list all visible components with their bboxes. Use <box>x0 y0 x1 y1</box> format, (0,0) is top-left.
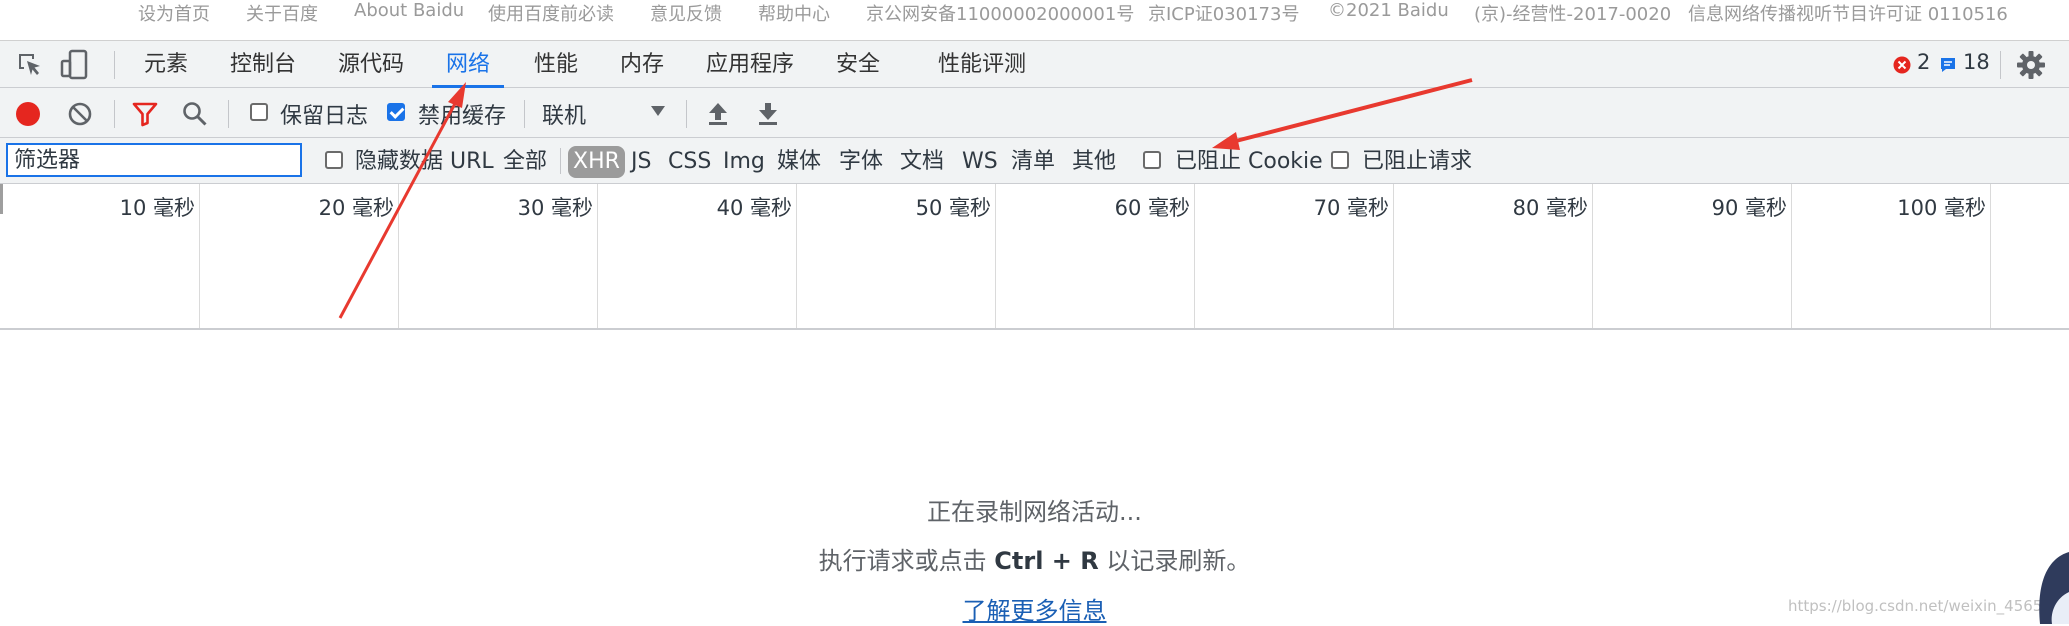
inspect-element-icon[interactable] <box>16 51 44 79</box>
grid-line <box>1194 184 1195 328</box>
avatar-corner-image <box>2039 552 2069 624</box>
settings-gear-icon[interactable] <box>2016 50 2046 80</box>
import-har-icon[interactable] <box>706 101 730 127</box>
learn-more-row: 了解更多信息 <box>0 591 2069 626</box>
filter-type-js[interactable]: JS <box>631 146 651 178</box>
grid-line <box>796 184 797 328</box>
refresh-shortcut: Ctrl + R <box>994 547 1099 575</box>
separator <box>524 100 525 128</box>
devtools-tab-bar: 元素 控制台 源代码 网络 性能 内存 应用程序 安全 性能评测 2 18 <box>0 40 2069 88</box>
blocked-requests-label: 已阻止请求 <box>1362 149 1473 174</box>
footer-link[interactable]: 设为首页 <box>138 0 210 26</box>
timeline-tick-label: 30 毫秒 <box>517 196 593 220</box>
separator <box>686 100 687 128</box>
clear-icon[interactable] <box>67 101 93 127</box>
footer-link[interactable]: 使用百度前必读 <box>488 0 614 26</box>
filter-type-all[interactable]: 全部 <box>503 146 547 178</box>
footer-link[interactable]: About Baidu <box>354 0 464 21</box>
separator <box>228 100 229 128</box>
grid-line <box>597 184 598 328</box>
message-count[interactable]: 18 <box>1963 50 1990 74</box>
throttling-select[interactable]: 联机 <box>534 94 674 130</box>
timeline-tick-label: 70 毫秒 <box>1313 196 1389 220</box>
timeline-tick-label: 90 毫秒 <box>1711 196 1787 220</box>
timeline-tick-label: 50 毫秒 <box>915 196 991 220</box>
filter-type-font[interactable]: 字体 <box>839 146 883 178</box>
separator <box>114 51 115 79</box>
recording-message: 正在录制网络活动... <box>927 498 1142 526</box>
network-overview-timeline[interactable]: 10 毫秒 20 毫秒 30 毫秒 40 毫秒 50 毫秒 60 毫秒 70 毫… <box>0 184 2069 330</box>
disable-cache-checkbox[interactable] <box>387 103 405 121</box>
filter-type-doc[interactable]: 文档 <box>900 146 944 178</box>
learn-more-link[interactable]: 了解更多信息 <box>963 597 1107 625</box>
network-toolbar: 保留日志 禁用缓存 联机 <box>0 88 2069 138</box>
blocked-cookies-label: 已阻止 Cookie <box>1175 149 1323 174</box>
preserve-log-checkbox[interactable] <box>250 103 268 121</box>
filter-type-other[interactable]: 其他 <box>1072 146 1116 178</box>
timeline-tick-label: 40 毫秒 <box>716 196 792 220</box>
refresh-hint-suffix: 以记录刷新。 <box>1106 547 1251 575</box>
grid-line <box>1990 184 1991 328</box>
blocked-requests-checkbox[interactable] <box>1331 151 1349 169</box>
filter-input[interactable] <box>6 143 302 177</box>
error-icon <box>1893 56 1911 74</box>
footer-link[interactable]: 意见反馈 <box>650 0 722 26</box>
export-har-icon[interactable] <box>756 101 780 127</box>
filter-type-css[interactable]: CSS <box>668 146 711 178</box>
filter-type-manifest[interactable]: 清单 <box>1011 146 1055 178</box>
device-toolbar-icon[interactable] <box>60 49 90 81</box>
separator <box>2000 51 2001 79</box>
tab-performance[interactable]: 性能 <box>534 41 578 88</box>
preserve-log-label: 保留日志 <box>280 104 369 129</box>
refresh-hint-prefix: 执行请求或点击 <box>818 547 987 575</box>
hide-data-urls-checkbox[interactable] <box>325 151 343 169</box>
footer-link[interactable]: 信息网络传播视听节目许可证 0110516 <box>1688 0 2008 26</box>
filter-type-xhr[interactable]: XHR <box>568 146 625 178</box>
timeline-tick-label: 80 毫秒 <box>1512 196 1588 220</box>
chevron-down-icon <box>651 106 665 116</box>
throttling-value: 联机 <box>542 104 587 129</box>
filter-type-media[interactable]: 媒体 <box>777 146 821 178</box>
page-footer-links: 设为首页 关于百度 About Baidu 使用百度前必读 意见反馈 帮助中心 … <box>0 0 2069 40</box>
grid-line <box>398 184 399 328</box>
tab-console[interactable]: 控制台 <box>230 41 296 88</box>
separator <box>560 148 561 174</box>
timeline-drag-handle[interactable] <box>0 184 3 214</box>
refresh-hint: 执行请求或点击 Ctrl + R 以记录刷新。 <box>0 541 2069 576</box>
footer-link[interactable]: 帮助中心 <box>758 0 830 26</box>
search-icon[interactable] <box>182 101 208 127</box>
timeline-tick-label: 10 毫秒 <box>119 196 195 220</box>
grid-line <box>1791 184 1792 328</box>
tab-memory[interactable]: 内存 <box>620 41 664 88</box>
hide-data-urls-label: 隐藏数据 URL <box>355 149 494 174</box>
separator <box>114 100 115 128</box>
grid-line <box>1592 184 1593 328</box>
filter-type-img[interactable]: Img <box>723 146 765 178</box>
footer-link[interactable]: 京公网安备11000002000001号 <box>866 0 1134 26</box>
timeline-tick-label: 100 毫秒 <box>1897 196 1986 220</box>
footer-link[interactable]: 京ICP证030173号 <box>1148 0 1299 26</box>
filter-icon[interactable] <box>132 101 158 127</box>
record-icon[interactable] <box>15 101 41 127</box>
footer-link[interactable]: (京)-经营性-2017-0020 <box>1474 0 1671 26</box>
blocked-cookies-checkbox[interactable] <box>1143 151 1161 169</box>
tab-elements[interactable]: 元素 <box>144 41 188 88</box>
disable-cache-label: 禁用缓存 <box>418 104 507 129</box>
error-count[interactable]: 2 <box>1917 50 1930 74</box>
tab-sources[interactable]: 源代码 <box>338 41 404 88</box>
timeline-tick-label: 20 毫秒 <box>318 196 394 220</box>
message-icon <box>1941 58 1955 72</box>
tab-application[interactable]: 应用程序 <box>706 41 794 88</box>
tab-network[interactable]: 网络 <box>431 41 505 88</box>
grid-line <box>1393 184 1394 328</box>
grid-line <box>199 184 200 328</box>
tab-lighthouse[interactable]: 性能评测 <box>938 41 1026 88</box>
timeline-tick-label: 60 毫秒 <box>1114 196 1190 220</box>
network-filter-bar: 隐藏数据 URL 全部 XHR JS CSS Img 媒体 字体 文档 WS 清… <box>0 138 2069 184</box>
footer-link[interactable]: 关于百度 <box>246 0 318 26</box>
filter-type-ws[interactable]: WS <box>962 146 998 178</box>
footer-link[interactable]: ©2021 Baidu <box>1328 0 1449 21</box>
tab-security[interactable]: 安全 <box>836 41 880 88</box>
grid-line <box>995 184 996 328</box>
